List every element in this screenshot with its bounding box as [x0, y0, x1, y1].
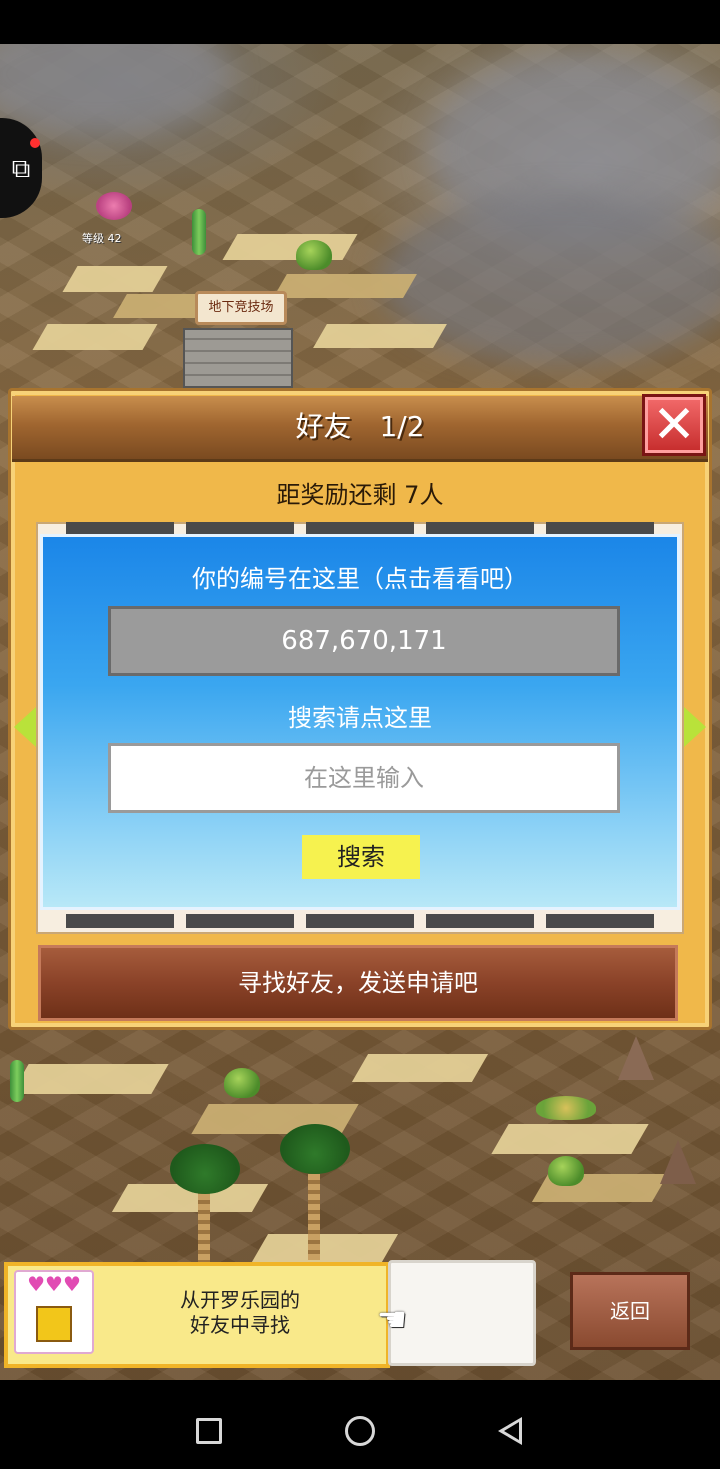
bush-icon: [224, 1068, 260, 1098]
player-id-caption: 你的编号在这里（点击看看吧）: [192, 565, 528, 593]
arena-sign[interactable]: 地下竞技场: [195, 291, 287, 325]
arrow-left-icon[interactable]: [14, 707, 36, 747]
find-friends-button[interactable]: 寻找好友，发送申请吧: [38, 945, 678, 1021]
bush-icon: [536, 1096, 596, 1120]
recent-apps-icon[interactable]: [196, 1418, 222, 1444]
puzzle-icon[interactable]: ⧉: [4, 152, 38, 186]
status-bar: [0, 0, 720, 44]
player-level-label: 等级 42: [82, 232, 122, 245]
back-button[interactable]: 返回: [570, 1272, 690, 1350]
palm-tree-icon: [280, 1124, 350, 1174]
friend-id-search-input[interactable]: [108, 743, 620, 813]
arrow-right-icon[interactable]: [684, 707, 706, 747]
search-caption: 搜索请点这里: [288, 704, 432, 732]
bush-icon: [548, 1156, 584, 1186]
kairo-park-label: 从开罗乐园的 好友中寻找: [140, 1288, 340, 1338]
reward-progress-text: 距奖励还剩 7人: [276, 481, 444, 509]
arena-building[interactable]: [183, 328, 293, 388]
dialog-title: 好友 1/2: [295, 410, 425, 443]
palm-tree-icon: [170, 1144, 240, 1194]
cactus-icon: [192, 209, 206, 255]
mascot-face-icon: [36, 1306, 72, 1342]
close-button[interactable]: ✕: [642, 394, 706, 456]
search-button[interactable]: 搜索: [302, 835, 420, 879]
pointing-hand-icon: ☚: [376, 1300, 408, 1340]
rock-icon: [618, 1036, 654, 1080]
bush-icon: [296, 240, 332, 270]
hearts-icon: ♥♥♥: [27, 1272, 81, 1296]
rock-icon: [660, 1140, 696, 1184]
player-id-display[interactable]: 687,670,171: [108, 606, 620, 676]
player-character[interactable]: [96, 192, 132, 220]
close-icon: ✕: [652, 395, 696, 455]
home-icon[interactable]: [345, 1416, 375, 1446]
cactus-icon: [10, 1060, 24, 1102]
notification-dot: [30, 138, 40, 148]
kairo-park-label-line2: 好友中寻找: [190, 1313, 290, 1337]
kairo-park-label-line1: 从开罗乐园的: [180, 1288, 300, 1312]
